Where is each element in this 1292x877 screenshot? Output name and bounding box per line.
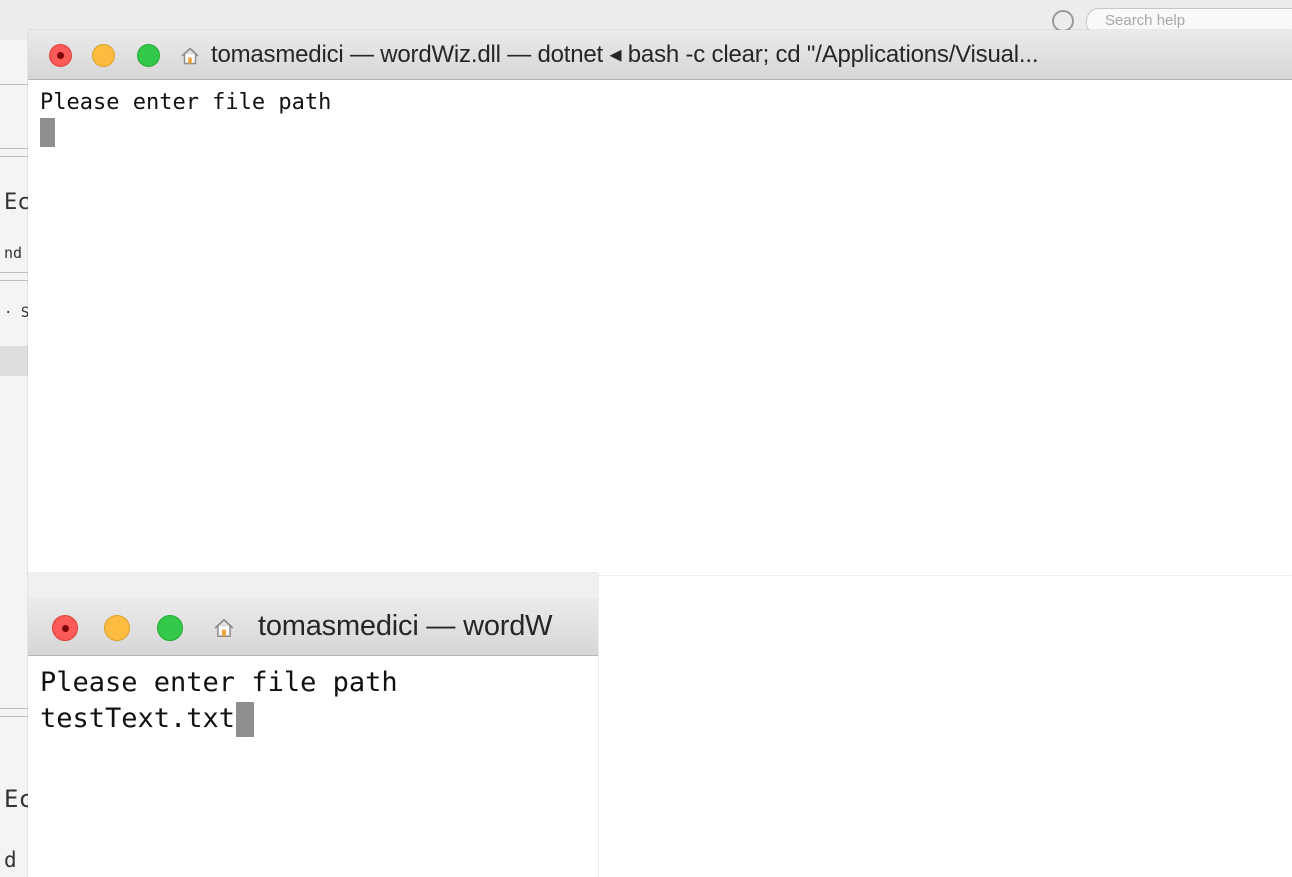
close-button[interactable]	[49, 44, 72, 67]
zoom-button[interactable]	[137, 44, 160, 67]
close-button[interactable]	[52, 615, 78, 641]
background-text-fragment: Ec	[4, 785, 28, 813]
background-sidebar: Ec nd · S Ec d	[0, 40, 28, 877]
background-text-fragment: d	[4, 848, 17, 872]
terminal-input-text: testText.txt	[40, 703, 236, 734]
window-titlebar[interactable]: tomasmedici — wordWiz.dll — dotnet ◂ bas…	[28, 30, 1292, 80]
sidebar-divider	[0, 148, 28, 149]
window-titlebar[interactable]: tomasmedici — wordW	[28, 598, 598, 656]
background-text-fragment: · S	[4, 305, 28, 321]
zoom-button[interactable]	[157, 615, 183, 641]
terminal-window[interactable]: tomasmedici — wordWiz.dll — dotnet ◂ bas…	[28, 30, 1292, 575]
background-text-fragment: nd	[4, 244, 23, 262]
window-top-strip	[28, 573, 598, 598]
sidebar-divider	[0, 280, 28, 281]
terminal-content[interactable]: Please enter file path	[28, 80, 1292, 575]
terminal-content[interactable]: Please enter file path testText.txt	[28, 656, 598, 877]
background-text-fragment: Ec	[4, 190, 28, 215]
terminal-window[interactable]: tomasmedici — wordW Please enter file pa…	[28, 573, 598, 877]
minimize-button[interactable]	[92, 44, 115, 67]
terminal-output-line: Please enter file path	[40, 667, 398, 698]
text-cursor	[236, 702, 255, 737]
text-cursor	[40, 118, 55, 147]
sidebar-divider	[0, 272, 28, 273]
terminal-input-line[interactable]: testText.txt	[40, 702, 255, 737]
sidebar-divider	[0, 156, 28, 157]
search-icon[interactable]	[1052, 10, 1074, 32]
window-title: tomasmedici — wordWiz.dll — dotnet ◂ bas…	[211, 41, 1039, 68]
home-icon	[181, 47, 199, 65]
minimize-button[interactable]	[104, 615, 130, 641]
sidebar-divider	[0, 84, 28, 85]
home-icon	[214, 618, 234, 638]
sidebar-divider	[0, 708, 28, 709]
sidebar-divider	[0, 716, 28, 717]
background-selected-row	[0, 346, 28, 376]
terminal-output-line: Please enter file path	[40, 90, 332, 115]
window-title: tomasmedici — wordW	[258, 610, 553, 642]
search-placeholder: Search help	[1105, 12, 1186, 29]
